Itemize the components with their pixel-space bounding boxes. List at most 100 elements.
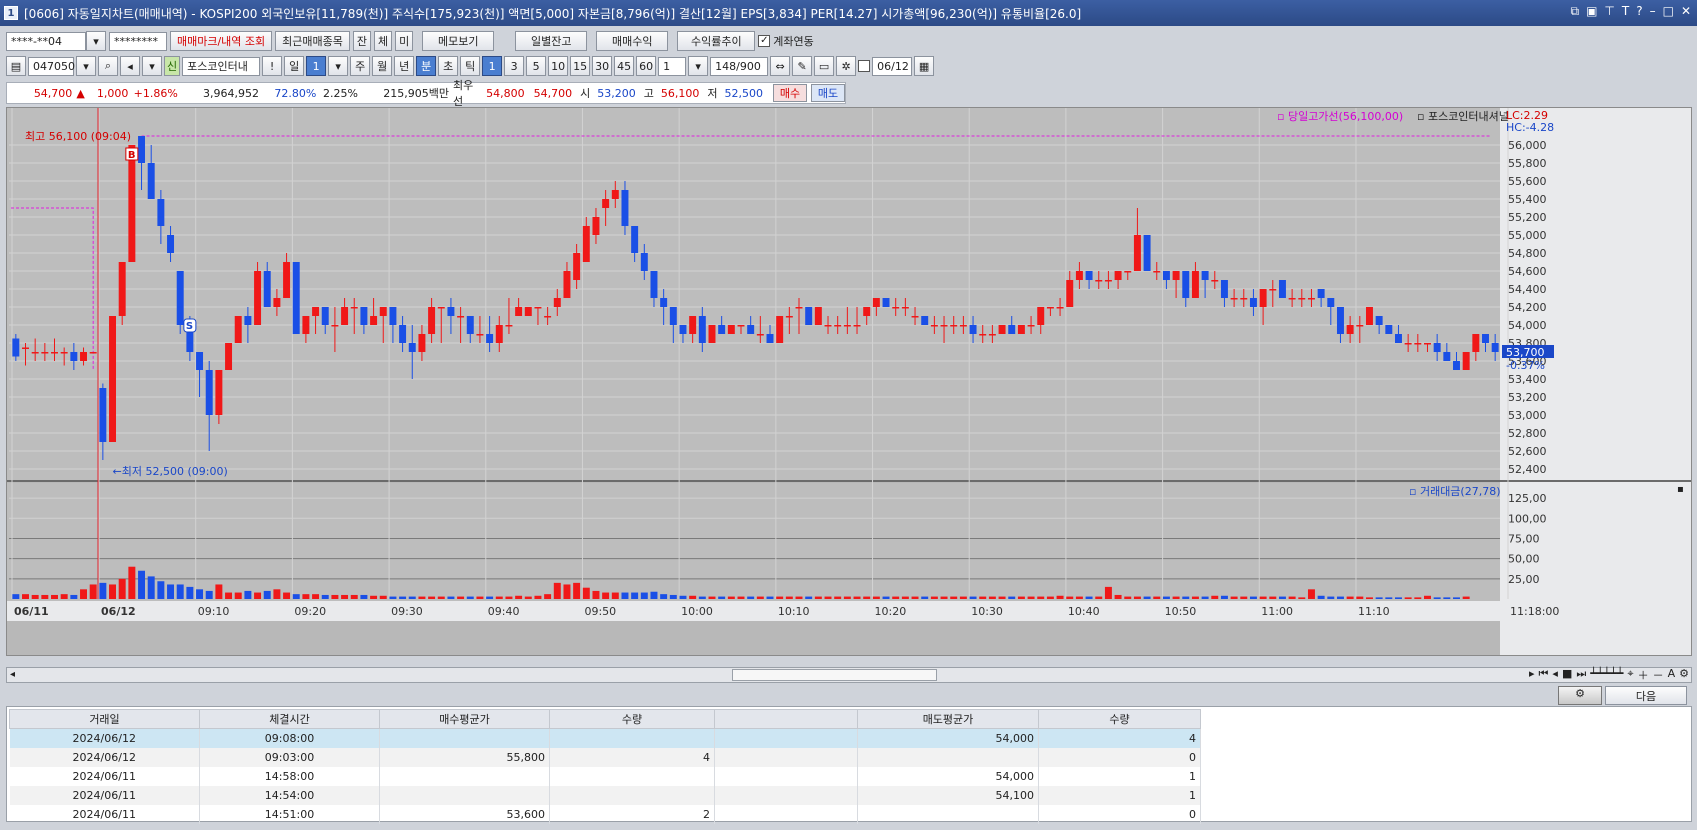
zoom-in-icon[interactable]: ＋: [1638, 667, 1649, 683]
memo-button[interactable]: 메모보기: [422, 31, 495, 51]
price-chart[interactable]: 56,000 55,800 55,600 55,400 55,200 55,000 54,8…: [7, 108, 1691, 655]
volume-bar: [959, 596, 967, 599]
panel-icon[interactable]: ▤: [6, 56, 26, 76]
ruler-icon[interactable]: ┷┷┷┷┷: [1590, 667, 1623, 683]
prev-icon[interactable]: ◂: [1552, 667, 1558, 683]
volume-bar: [244, 590, 252, 599]
tab-executed[interactable]: 체: [374, 31, 393, 51]
volume-bar: [1191, 596, 1199, 599]
scroll-thumb[interactable]: [732, 669, 937, 681]
calendar-icon[interactable]: ▦: [914, 56, 935, 76]
sell-marker: S: [186, 321, 193, 332]
pin-icon[interactable]: ⊤: [1604, 4, 1614, 19]
scroll-right-icon[interactable]: ▸: [1529, 667, 1535, 683]
time-tick-label: 10:30: [971, 605, 1003, 618]
account-select[interactable]: ****-**04: [6, 31, 86, 51]
sell-button[interactable]: 매도: [811, 84, 845, 102]
scroll-left-icon[interactable]: ◂: [10, 669, 15, 680]
interval-5[interactable]: 5: [526, 56, 547, 76]
chart-scrollbar[interactable]: ◂ ▸ ⏮ ◂ ■ ⏭ ┷┷┷┷┷ ⌖ ＋ － A ⚙: [6, 667, 1692, 683]
period-second[interactable]: 초: [438, 56, 459, 76]
table-row[interactable]: 2024/06/11 14:51:00 53,600 2 0: [9, 804, 1201, 824]
speaker-icon[interactable]: ◂: [120, 56, 140, 76]
help-icon[interactable]: ?: [1636, 4, 1642, 19]
candle-body: [1307, 298, 1315, 300]
table-row[interactable]: 2024/06/11 14:58:00 54,000 1: [9, 766, 1201, 786]
zoom-icon[interactable]: ⇔: [770, 56, 791, 76]
chart-settings-icon[interactable]: ⚙: [1679, 667, 1689, 683]
period-day[interactable]: 일: [284, 56, 305, 76]
best-ask: 54,800: [486, 86, 525, 100]
candle-body: [486, 334, 494, 343]
interval-1[interactable]: 1: [482, 56, 503, 76]
candle-body: [592, 217, 600, 235]
volume-bar: [892, 596, 900, 599]
minimize-icon[interactable]: –: [1650, 4, 1656, 19]
buy-button[interactable]: 매수: [773, 84, 807, 102]
link-icon[interactable]: ⧉: [1571, 4, 1580, 19]
text-tool-icon[interactable]: A: [1668, 667, 1676, 683]
save-icon[interactable]: ▭: [814, 56, 835, 76]
stop-icon[interactable]: ■: [1562, 667, 1572, 683]
col-buy-qty[interactable]: 수량: [549, 709, 715, 729]
account-link-checkbox[interactable]: ✓: [758, 35, 771, 47]
tab-balance[interactable]: 잔: [352, 31, 372, 51]
interval-45[interactable]: 45: [614, 56, 635, 76]
period-tick[interactable]: 틱: [460, 56, 481, 76]
chart-panel[interactable]: 56,000 55,800 55,600 55,400 55,200 55,000 54,8…: [6, 107, 1692, 656]
trade-profit-button[interactable]: 매매수익: [596, 31, 669, 51]
stock-code-input[interactable]: 047050: [28, 56, 75, 76]
volume-bar: [60, 594, 68, 599]
interval-60[interactable]: 60: [636, 56, 657, 76]
col-buy-avg[interactable]: 매수평균가: [379, 709, 550, 729]
zoom-out-icon[interactable]: －: [1653, 667, 1664, 683]
next-button[interactable]: 다음: [1605, 686, 1687, 705]
trade-marks-button[interactable]: 매매마크/내역 조회: [170, 31, 273, 51]
return-trend-button[interactable]: 수익률추이: [677, 31, 756, 51]
tab-unexecuted[interactable]: 미: [395, 31, 414, 51]
candle-body: [785, 316, 793, 318]
count-select[interactable]: 1: [658, 56, 687, 76]
period-month[interactable]: 월: [372, 56, 393, 76]
volume-bar: [1172, 596, 1180, 599]
recent-trades-button[interactable]: 최근매매종목: [275, 31, 350, 51]
interval-10[interactable]: 10: [548, 56, 569, 76]
daily-balance-button[interactable]: 일별잔고: [515, 31, 588, 51]
gear-icon[interactable]: ✲: [836, 56, 857, 76]
count-dropdown-icon[interactable]: ▾: [688, 56, 709, 76]
col-exec-time[interactable]: 체결시간: [199, 709, 380, 729]
period-count[interactable]: 1: [306, 56, 327, 76]
volume-bar: [689, 595, 697, 599]
period-minute[interactable]: 분: [416, 56, 437, 76]
date-checkbox[interactable]: [858, 60, 871, 72]
interval-3[interactable]: 3: [504, 56, 525, 76]
close-icon[interactable]: ✕: [1681, 4, 1691, 19]
layout-icon[interactable]: ▣: [1586, 4, 1597, 19]
interval-15[interactable]: 15: [570, 56, 591, 76]
period-week[interactable]: 주: [350, 56, 371, 76]
password-input[interactable]: ********: [109, 31, 167, 51]
rewind-icon[interactable]: ⏮: [1539, 667, 1549, 683]
period-year[interactable]: 년: [394, 56, 415, 76]
table-row[interactable]: 2024/06/12 09:08:00 54,000 4: [9, 728, 1201, 748]
maximize-icon[interactable]: □: [1663, 4, 1674, 19]
font-size-icon[interactable]: T: [1622, 4, 1629, 19]
forward-icon[interactable]: ⏭: [1576, 667, 1586, 683]
table-row[interactable]: 2024/06/11 14:54:00 54,100 1: [9, 785, 1201, 805]
table-settings-button[interactable]: ⚙: [1558, 686, 1602, 705]
col-sell-qty[interactable]: 수량: [1038, 709, 1201, 729]
table-row[interactable]: 2024/06/12 09:03:00 55,800 4 0: [9, 747, 1201, 767]
search-icon[interactable]: ⌕: [98, 56, 118, 76]
volume-bar: [312, 594, 320, 599]
tools-icon[interactable]: ✎: [792, 56, 813, 76]
period-dropdown-icon[interactable]: ▾: [328, 56, 349, 76]
account-dropdown-icon[interactable]: ▾: [86, 31, 106, 51]
options-dropdown-icon[interactable]: ▾: [142, 56, 162, 76]
crosshair-icon[interactable]: ⌖: [1627, 667, 1633, 683]
date-input[interactable]: 06/12: [872, 56, 913, 76]
col-sell-avg[interactable]: 매도평균가: [857, 709, 1039, 729]
alert-icon[interactable]: !: [262, 56, 283, 76]
col-trade-date[interactable]: 거래일: [9, 709, 200, 729]
interval-30[interactable]: 30: [592, 56, 613, 76]
code-dropdown-icon[interactable]: ▾: [76, 56, 96, 76]
